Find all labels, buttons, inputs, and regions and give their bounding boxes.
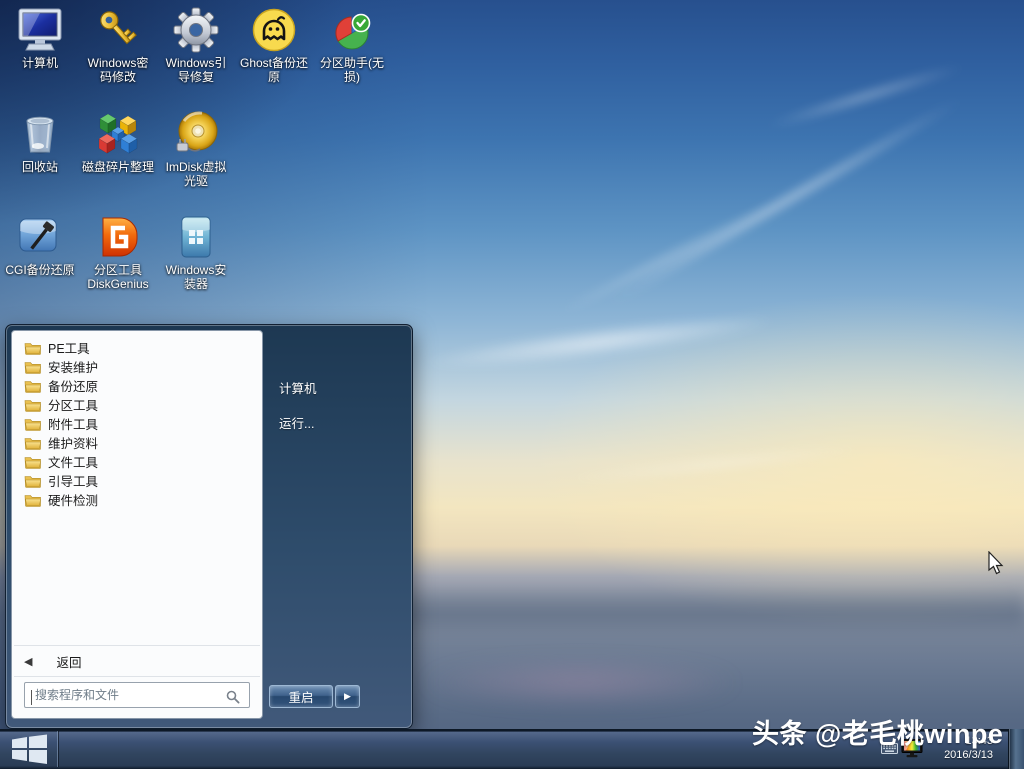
menu-folder-install[interactable]: 安装维护: [16, 357, 258, 376]
search-input[interactable]: [24, 682, 250, 708]
folder-icon: [24, 455, 42, 469]
menu-folder-label: 硬件检测: [48, 490, 98, 509]
start-menu-folder-list: PE工具 安装维护 备份还原 分区工具 附件工具 维护资料: [12, 331, 262, 509]
icon-label: ImDisk虚拟 光驱: [157, 160, 235, 188]
folder-icon: [24, 417, 42, 431]
icon-label: Windows安 装器: [157, 263, 235, 291]
restart-options-arrow-button[interactable]: ▶: [335, 685, 360, 708]
menu-spacer: [12, 509, 262, 645]
menu-folder-file-tools[interactable]: 文件工具: [16, 452, 258, 471]
menu-folder-label: 安装维护: [48, 357, 98, 376]
cgi-hammer-icon: [16, 213, 64, 261]
menu-folder-backup[interactable]: 备份还原: [16, 376, 258, 395]
horizon-clouds: [390, 584, 1024, 636]
start-button[interactable]: [8, 733, 50, 766]
search-row: [12, 677, 262, 718]
back-arrow-icon: ◀: [24, 655, 32, 668]
desktop-icon-recycle-bin[interactable]: 回收站: [1, 110, 79, 174]
folder-icon: [24, 474, 42, 488]
restart-button[interactable]: 重启: [269, 685, 333, 708]
desktop-icon-cgi-backup[interactable]: CGI备份还原: [1, 213, 79, 277]
folder-icon: [24, 398, 42, 412]
text-caret: [31, 690, 32, 705]
tray-time: 13:43: [921, 734, 993, 748]
icon-label: 回收站: [1, 160, 79, 174]
desktop-icon-partition-assistant[interactable]: 分区助手(无 损): [313, 6, 391, 84]
start-menu-left-panel: PE工具 安装维护 备份还原 分区工具 附件工具 维护资料: [11, 330, 263, 719]
icon-label: Windows密 码修改: [79, 56, 157, 84]
folder-icon: [24, 379, 42, 393]
icon-label: 计算机: [1, 56, 79, 70]
desktop-icon-imdisk[interactable]: ImDisk虚拟 光驱: [157, 110, 235, 188]
desktop-icon-ghost-backup[interactable]: Ghost备份还 原: [235, 6, 313, 84]
icon-label: 分区助手(无 损): [313, 56, 391, 84]
menu-folder-label: 附件工具: [48, 414, 98, 433]
icon-label: Ghost备份还 原: [235, 56, 313, 84]
cd-icon: [172, 110, 220, 158]
tray-date: 2016/3/13: [921, 748, 993, 762]
show-desktop-button[interactable]: [1008, 729, 1024, 769]
menu-folder-hardware-test[interactable]: 硬件检测: [16, 490, 258, 509]
desktop-icon-disk-defrag[interactable]: 磁盘碎片整理: [79, 110, 157, 174]
menu-folder-pe-tools[interactable]: PE工具: [16, 338, 258, 357]
desktop-icon-computer[interactable]: 计算机: [1, 6, 79, 70]
folder-icon: [24, 341, 42, 355]
ghost-icon: [250, 6, 298, 54]
menu-folder-partition[interactable]: 分区工具: [16, 395, 258, 414]
windows-logo-icon: [11, 734, 48, 765]
partition-pie-icon: [328, 6, 376, 54]
display-settings-tray-icon[interactable]: [901, 739, 923, 759]
taskbar-clock[interactable]: 13:43 2016/3/13: [921, 734, 993, 762]
desktop-icon-windows-password[interactable]: Windows密 码修改: [79, 6, 157, 84]
taskbar: 13:43 2016/3/13: [0, 729, 1024, 769]
windows-installer-icon: [172, 213, 220, 261]
menu-folder-maintenance-docs[interactable]: 维护资料: [16, 433, 258, 452]
computer-icon: [16, 6, 64, 54]
menu-folder-label: PE工具: [48, 338, 90, 357]
menu-back-button[interactable]: ◀ 返回: [12, 646, 262, 676]
icon-label: 分区工具 DiskGenius: [79, 263, 157, 291]
menu-folder-label: 文件工具: [48, 452, 98, 471]
back-label: 返回: [56, 652, 81, 671]
start-menu: PE工具 安装维护 备份还原 分区工具 附件工具 维护资料: [5, 324, 413, 729]
menu-folder-label: 维护资料: [48, 433, 98, 452]
desktop-icon-diskgenius[interactable]: 分区工具 DiskGenius: [79, 213, 157, 291]
recycle-bin-icon: [16, 110, 64, 158]
icon-label: 磁盘碎片整理: [79, 160, 157, 174]
menu-item-computer[interactable]: 计算机: [279, 378, 317, 397]
defrag-cubes-icon: [94, 110, 142, 158]
desktop-icon-windows-installer[interactable]: Windows安 装器: [157, 213, 235, 291]
taskbar-separator: [57, 731, 58, 767]
folder-icon: [24, 493, 42, 507]
keyboard-tray-icon[interactable]: [881, 743, 898, 754]
menu-folder-label: 备份还原: [48, 376, 98, 395]
desktop-icon-boot-repair[interactable]: Windows引 导修复: [157, 6, 235, 84]
search-icon: [226, 690, 240, 704]
gear-icon: [172, 6, 220, 54]
menu-folder-label: 引导工具: [48, 471, 98, 490]
icon-label: CGI备份还原: [1, 263, 79, 277]
menu-item-run[interactable]: 运行...: [279, 413, 314, 432]
menu-folder-accessories[interactable]: 附件工具: [16, 414, 258, 433]
menu-folder-boot-tools[interactable]: 引导工具: [16, 471, 258, 490]
folder-icon: [24, 436, 42, 450]
menu-folder-label: 分区工具: [48, 395, 98, 414]
key-icon: [94, 6, 142, 54]
diskgenius-icon: [94, 213, 142, 261]
icon-label: Windows引 导修复: [157, 56, 235, 84]
folder-icon: [24, 360, 42, 374]
sea-tint: [420, 660, 740, 705]
